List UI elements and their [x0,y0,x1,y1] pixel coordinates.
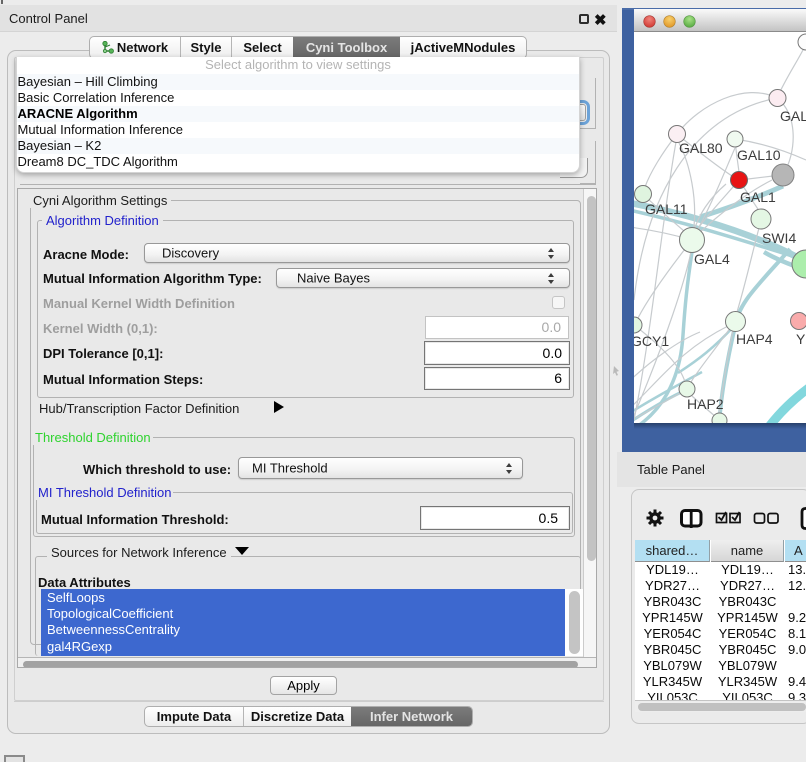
svg-text:HAP4: HAP4 [736,331,773,347]
svg-text:GAL11: GAL11 [645,201,688,217]
svg-text:GCY1: GCY1 [634,333,669,349]
svg-text:Y: Y [796,331,806,347]
svg-text:GAL4: GAL4 [694,251,730,267]
svg-text:GAL80: GAL80 [679,140,723,156]
svg-text:GAL: GAL [780,108,806,124]
svg-text:HAP2: HAP2 [687,396,724,412]
svg-text:GAL10: GAL10 [737,147,781,163]
svg-text:SWI4: SWI4 [762,230,796,246]
svg-text:GAL1: GAL1 [740,189,776,205]
